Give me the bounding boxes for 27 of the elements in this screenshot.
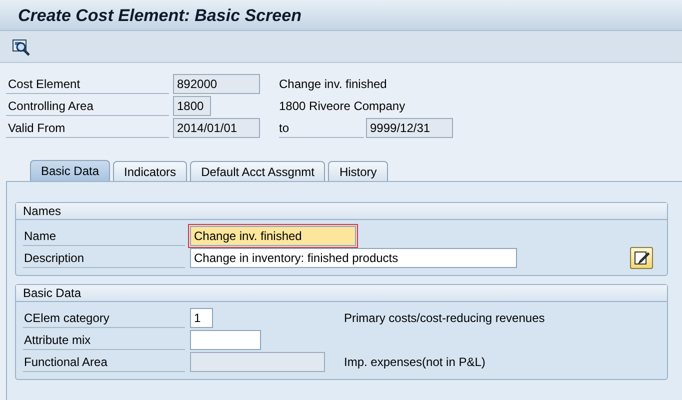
field-label: Description [23, 248, 185, 268]
tab[interactable]: Indicators [113, 161, 188, 181]
field-label: CElem category [23, 308, 185, 328]
field-label: Name [23, 226, 185, 246]
group-title: Basic Data [16, 285, 667, 302]
input-field[interactable] [190, 330, 261, 350]
field-description: Imp. expenses(not in P&L) [344, 354, 486, 371]
field-label: Attribute mix [23, 330, 185, 350]
tab[interactable]: Basic Data [30, 160, 110, 181]
tab[interactable]: History [328, 161, 388, 181]
field-description: Primary costs/cost-reducing revenues [344, 310, 545, 327]
magnifier-icon[interactable] [12, 38, 30, 56]
window-title: Create Cost Element: Basic Screen [18, 6, 302, 25]
edit-button[interactable] [630, 247, 653, 269]
input-field[interactable]: Change inv. finished [190, 226, 356, 246]
field-description: 1800 Riveore Company [279, 98, 406, 115]
input-field[interactable]: 1 [190, 308, 213, 328]
field-label: Functional Area [23, 352, 185, 372]
input-field[interactable]: Change in inventory: finished products [190, 248, 517, 268]
field-label: to [279, 118, 364, 138]
field-description: Change inv. finished [279, 76, 387, 93]
group-title: Names [16, 203, 667, 220]
field-label: Valid From [6, 118, 169, 138]
tab[interactable]: Default Acct Assgnmt [190, 161, 326, 181]
field-label: Controlling Area [6, 96, 169, 116]
field-label: Cost Element [6, 74, 169, 94]
pencil-icon [634, 250, 650, 266]
